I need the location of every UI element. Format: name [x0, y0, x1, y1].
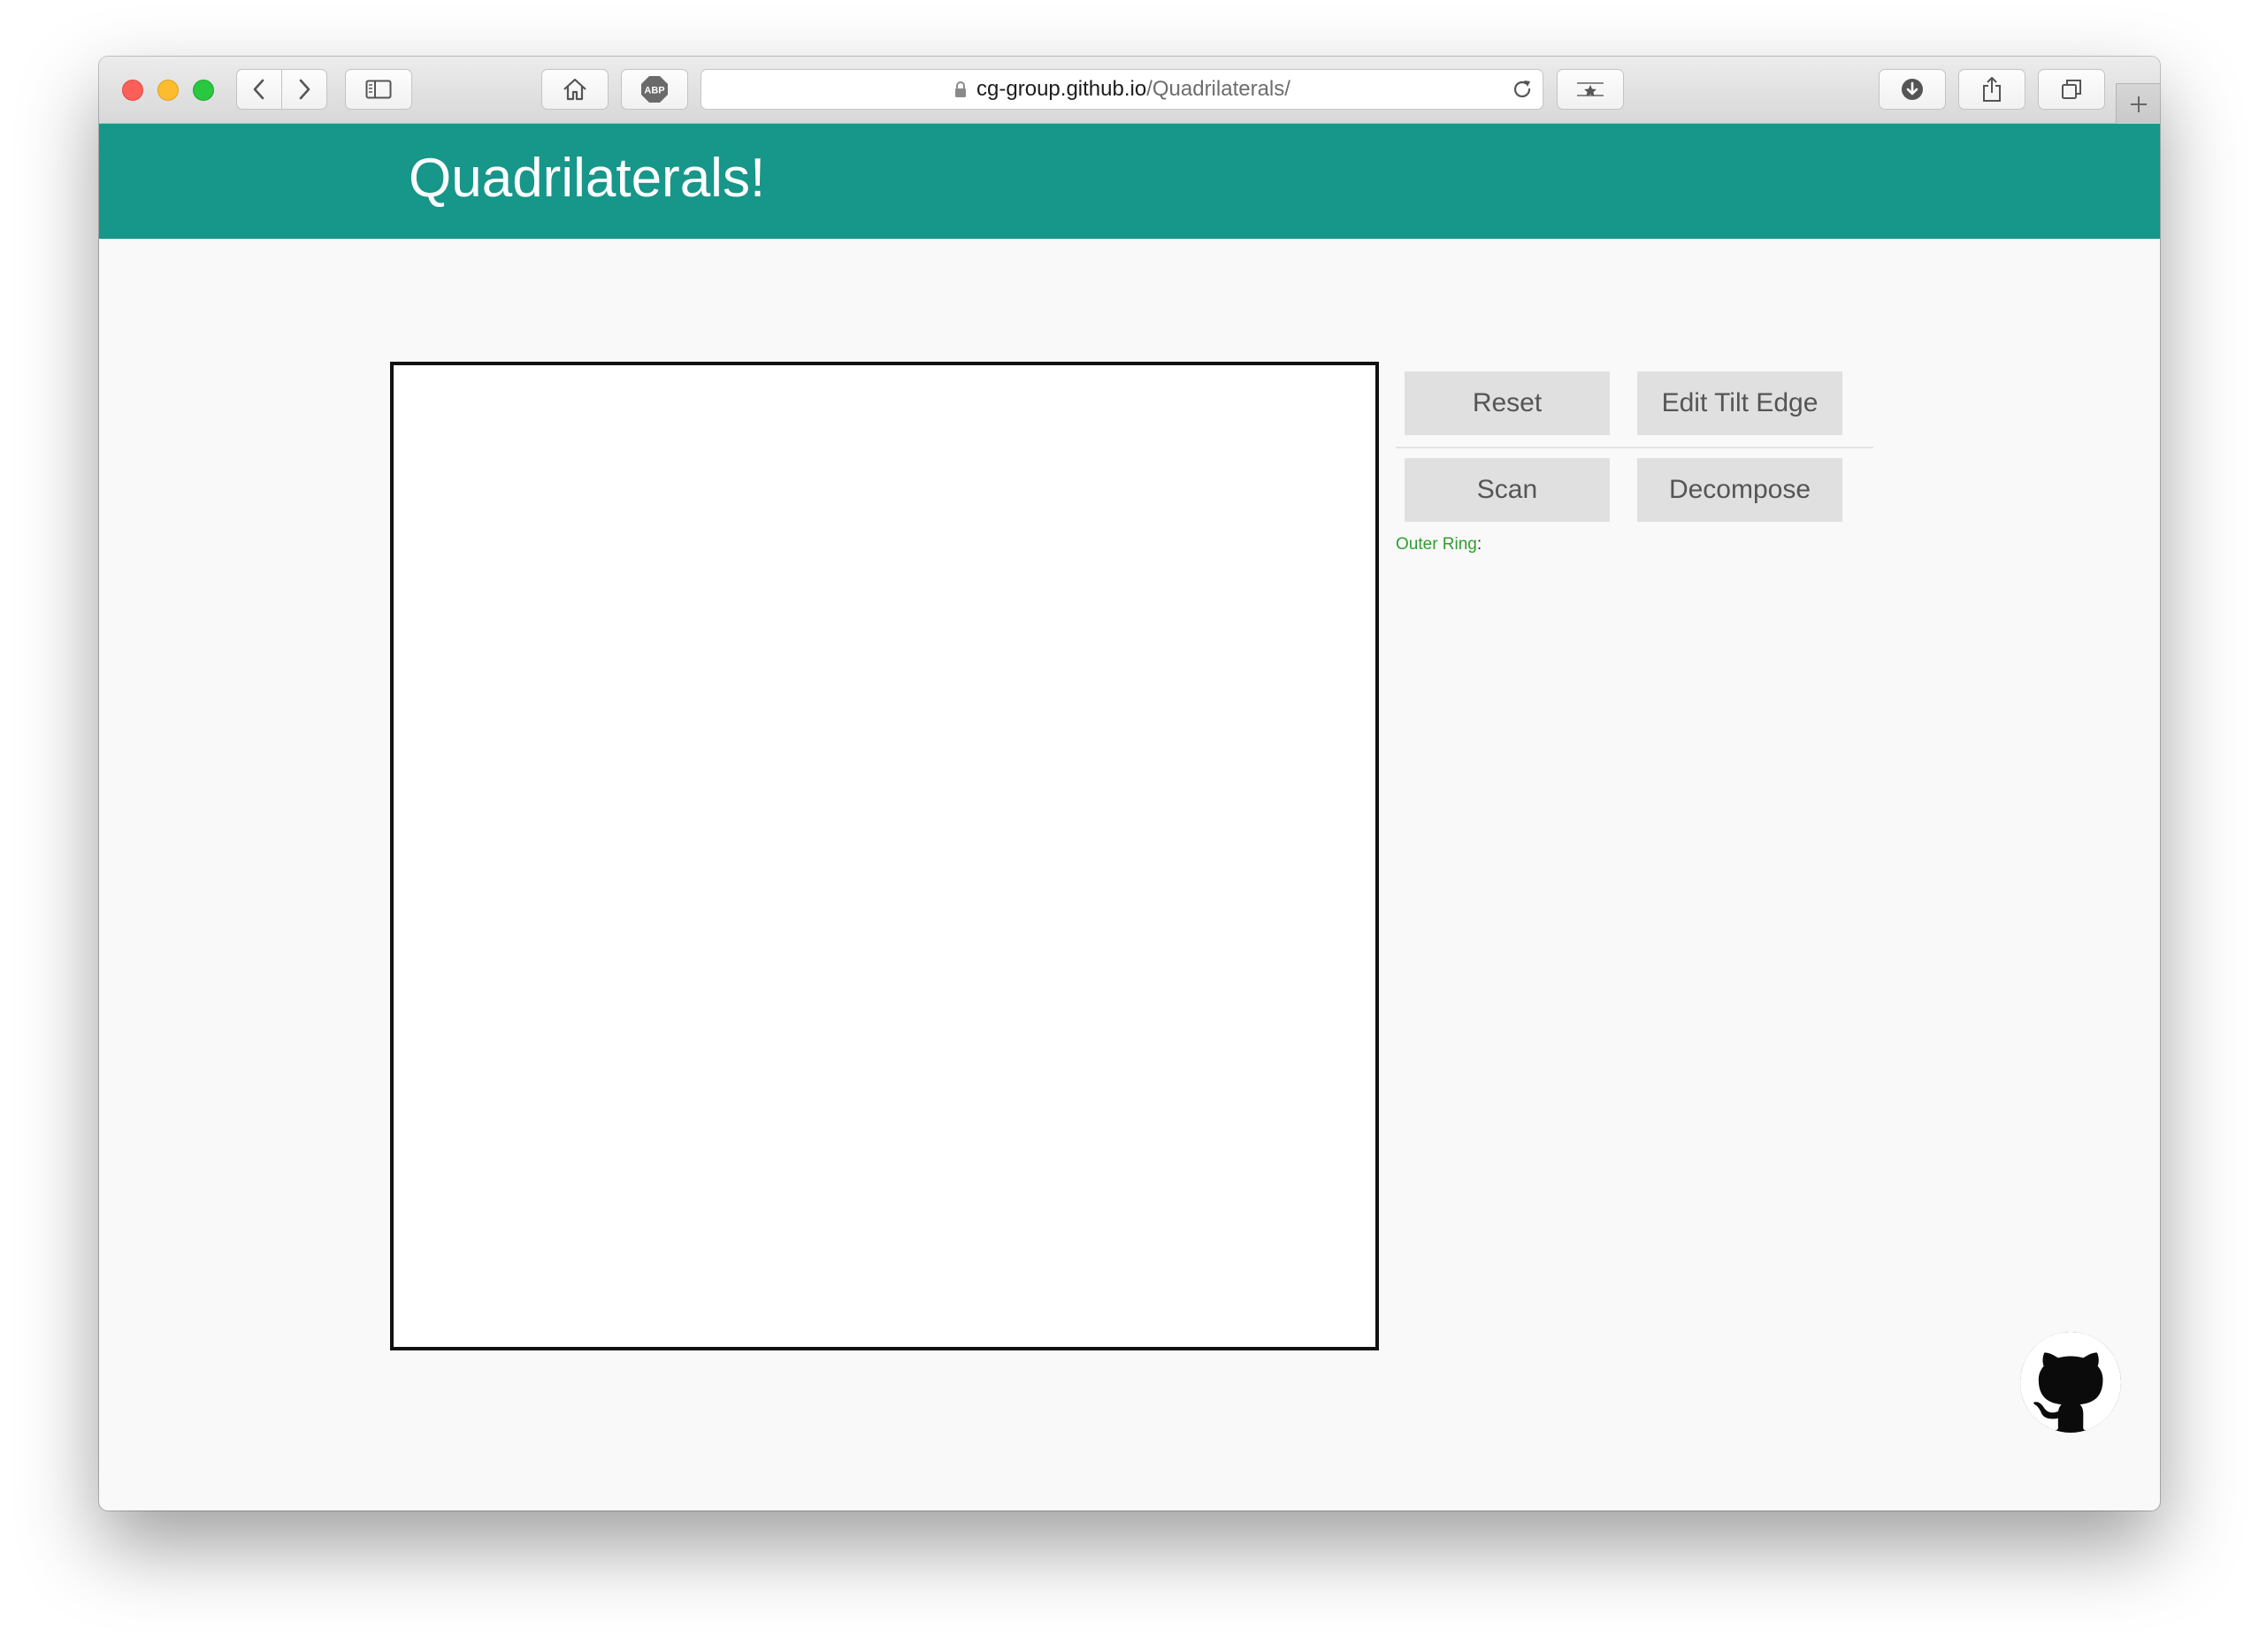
- controls-divider: [1396, 447, 1873, 448]
- window-maximize-button[interactable]: [193, 80, 214, 101]
- drawing-canvas[interactable]: [390, 362, 1379, 1350]
- reload-icon[interactable]: [1511, 78, 1534, 101]
- tab-overview-button[interactable]: [2038, 69, 2105, 110]
- lock-icon: [955, 81, 967, 97]
- outer-ring-status: Outer Ring:: [1396, 535, 1482, 554]
- chevron-left-icon: [253, 79, 264, 100]
- page-title: Quadrilaterals!: [409, 148, 766, 209]
- home-button[interactable]: [541, 69, 609, 110]
- reader-icon: [1577, 82, 1604, 96]
- forward-button[interactable]: [281, 69, 327, 110]
- page-header: Quadrilaterals!: [99, 124, 2160, 239]
- browser-toolbar: ABP cg-group.github.io/Quadrilaterals/: [99, 57, 2160, 124]
- share-button[interactable]: [1958, 69, 2025, 110]
- github-link[interactable]: [2020, 1332, 2121, 1433]
- sidebar-toggle-button[interactable]: [345, 69, 412, 110]
- reset-button[interactable]: Reset: [1405, 371, 1610, 435]
- abp-icon: ABP: [641, 76, 668, 103]
- url-path: /Quadrilaterals/: [1146, 77, 1290, 101]
- outer-ring-separator: :: [1476, 535, 1482, 554]
- home-icon: [563, 78, 586, 101]
- abp-label: ABP: [644, 86, 664, 96]
- back-button[interactable]: [236, 69, 282, 110]
- url-host: cg-group.github.io: [976, 77, 1147, 101]
- browser-window: ABP cg-group.github.io/Quadrilaterals/ Q…: [99, 57, 2160, 1511]
- decompose-button[interactable]: Decompose: [1637, 458, 1842, 522]
- adblock-button[interactable]: ABP: [621, 69, 688, 110]
- address-text: cg-group.github.io/Quadrilaterals/: [701, 70, 1543, 109]
- address-bar[interactable]: cg-group.github.io/Quadrilaterals/: [701, 69, 1543, 110]
- plus-icon: [2130, 96, 2147, 112]
- download-icon: [1902, 79, 1923, 100]
- window-close-button[interactable]: [122, 80, 143, 101]
- new-tab-button[interactable]: [2116, 83, 2160, 124]
- chevron-right-icon: [299, 79, 310, 100]
- tabs-icon: [2062, 80, 2081, 99]
- reader-button[interactable]: [1557, 69, 1624, 110]
- outer-ring-label: Outer Ring: [1396, 535, 1477, 554]
- scan-button[interactable]: Scan: [1405, 458, 1610, 522]
- github-icon: [2020, 1332, 2121, 1433]
- downloads-button[interactable]: [1879, 69, 1946, 110]
- sidebar-icon: [365, 80, 392, 99]
- edit-tilt-edge-button[interactable]: Edit Tilt Edge: [1637, 371, 1842, 435]
- share-icon: [1983, 77, 2001, 102]
- window-minimize-button[interactable]: [157, 80, 179, 101]
